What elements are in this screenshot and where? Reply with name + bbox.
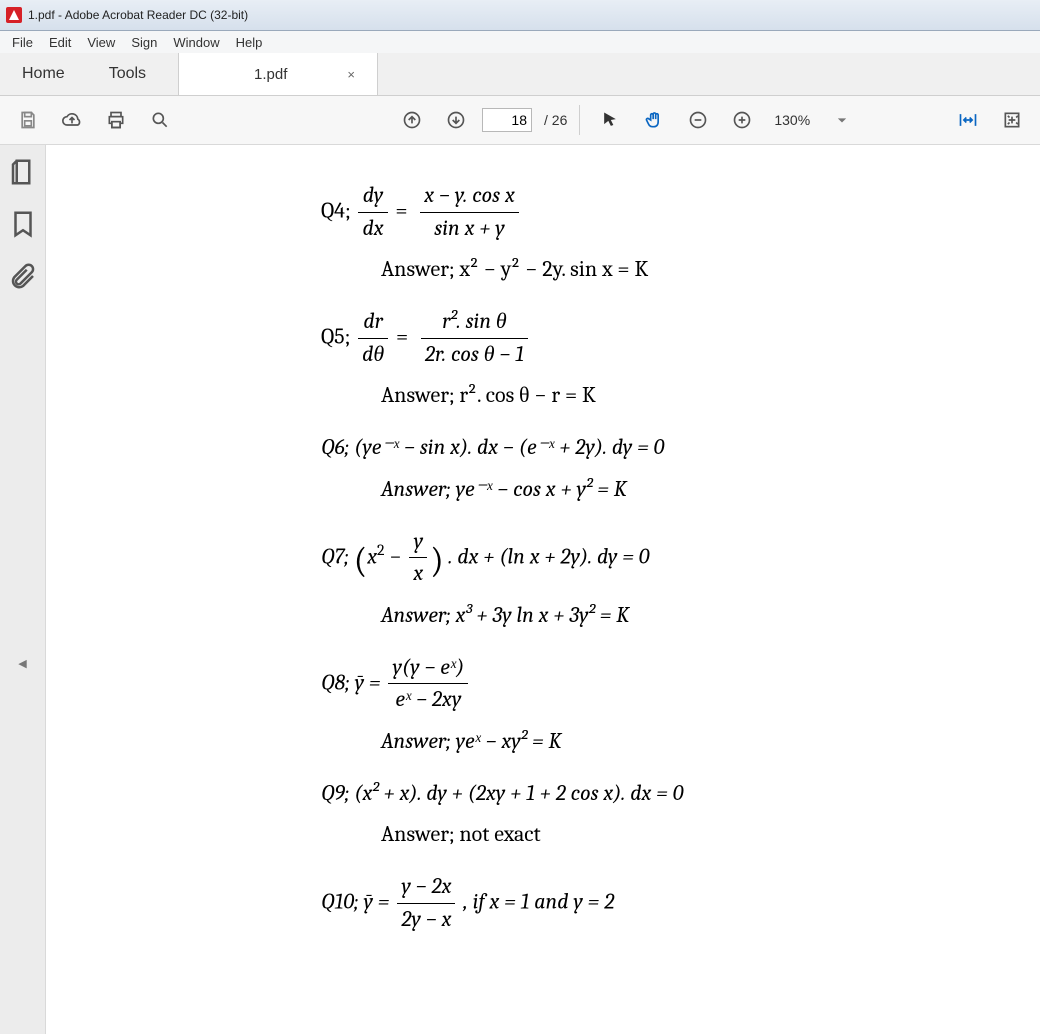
q6-answer: Answer; ye⁻ˣ − cos x + y² = K bbox=[381, 475, 1021, 505]
q4-label: Q4; bbox=[321, 197, 351, 223]
page-total: / 26 bbox=[544, 112, 567, 128]
page-down-icon[interactable] bbox=[438, 102, 474, 138]
tab-close-button[interactable]: × bbox=[343, 65, 359, 84]
q7-answer: Answer; x³ + 3y ln x + 3y² = K bbox=[381, 601, 1021, 631]
app-icon bbox=[6, 7, 22, 23]
search-icon[interactable] bbox=[142, 102, 178, 138]
menu-edit[interactable]: Edit bbox=[41, 33, 79, 52]
q9-answer: Answer; not exact bbox=[381, 820, 1021, 850]
fit-page-icon[interactable] bbox=[994, 102, 1030, 138]
zoom-out-icon[interactable] bbox=[680, 102, 716, 138]
titlebar: 1.pdf - Adobe Acrobat Reader DC (32-bit) bbox=[0, 0, 1040, 31]
fit-width-icon[interactable] bbox=[950, 102, 986, 138]
q9-equation: Q9; (x² + x). dy + (2xy + 1 + 2 cos x). … bbox=[321, 779, 1021, 809]
zoom-in-icon[interactable] bbox=[724, 102, 760, 138]
q7-equation: Q7; (x2 − yx) . dx + (ln x + 2y). dy = 0 bbox=[321, 527, 1021, 589]
page-up-icon[interactable] bbox=[394, 102, 430, 138]
q8-label: Q8; ȳ = bbox=[321, 669, 385, 695]
q8-equation: Q8; ȳ = y(y − eˣ)eˣ − 2xy bbox=[321, 653, 1021, 715]
q4-answer: Answer; x² − y² − 2y. sin x = K bbox=[381, 255, 1021, 285]
hand-tool-icon[interactable] bbox=[636, 102, 672, 138]
navigation-pane: ◀ bbox=[0, 145, 46, 1034]
q10-equation: Q10; ȳ = y − 2x2y − x , if x = 1 and y =… bbox=[321, 872, 1021, 934]
toolbar: / 26 130% bbox=[0, 96, 1040, 145]
q5-answer: Answer; r². cos θ − r = K bbox=[381, 381, 1021, 411]
zoom-dropdown-icon[interactable] bbox=[824, 102, 860, 138]
page-number-input[interactable] bbox=[482, 108, 532, 132]
q5-label: Q5; bbox=[321, 323, 350, 349]
print-icon[interactable] bbox=[98, 102, 134, 138]
menu-file[interactable]: File bbox=[4, 33, 41, 52]
cloud-upload-icon[interactable] bbox=[54, 102, 90, 138]
window-title: 1.pdf - Adobe Acrobat Reader DC (32-bit) bbox=[28, 8, 248, 22]
q4-equation: Q4; dydx = x − y. cos xsin x + y bbox=[321, 181, 1021, 243]
thumbnails-icon[interactable] bbox=[8, 157, 38, 187]
attachment-icon[interactable] bbox=[8, 261, 38, 291]
menu-view[interactable]: View bbox=[79, 33, 123, 52]
tab-document[interactable]: 1.pdf × bbox=[178, 53, 378, 95]
tab-home[interactable]: Home bbox=[0, 53, 87, 95]
menu-sign[interactable]: Sign bbox=[123, 33, 165, 52]
selection-tool-icon[interactable] bbox=[592, 102, 628, 138]
bookmark-icon[interactable] bbox=[8, 209, 38, 239]
save-icon[interactable] bbox=[10, 102, 46, 138]
tab-document-label: 1.pdf bbox=[254, 66, 287, 83]
tab-tools[interactable]: Tools bbox=[87, 53, 168, 95]
expand-pane-icon[interactable]: ◀ bbox=[16, 643, 30, 683]
menu-window[interactable]: Window bbox=[165, 33, 227, 52]
tab-bar: Home Tools 1.pdf × bbox=[0, 53, 1040, 96]
q7-label: Q7; bbox=[321, 543, 354, 569]
zoom-level: 130% bbox=[774, 112, 810, 128]
q10-label: Q10; ȳ = bbox=[321, 888, 394, 914]
separator bbox=[579, 105, 580, 135]
q6-equation: Q6; (ye⁻ˣ − sin x). dx − (e⁻ˣ + 2y). dy … bbox=[321, 433, 1021, 463]
document-content: Q4; dydx = x − y. cos xsin x + y Answer;… bbox=[321, 175, 1021, 940]
menu-help[interactable]: Help bbox=[228, 33, 271, 52]
q8-answer: Answer; yeˣ − xy² = K bbox=[381, 727, 1021, 757]
page-view[interactable]: Q4; dydx = x − y. cos xsin x + y Answer;… bbox=[46, 145, 1040, 1034]
q5-equation: Q5; drdθ = r². sin θ2r. cos θ − 1 bbox=[321, 307, 1021, 369]
menubar: File Edit View Sign Window Help bbox=[0, 31, 1040, 53]
content-area: ◀ Q4; dydx = x − y. cos xsin x + y Answe… bbox=[0, 145, 1040, 1034]
